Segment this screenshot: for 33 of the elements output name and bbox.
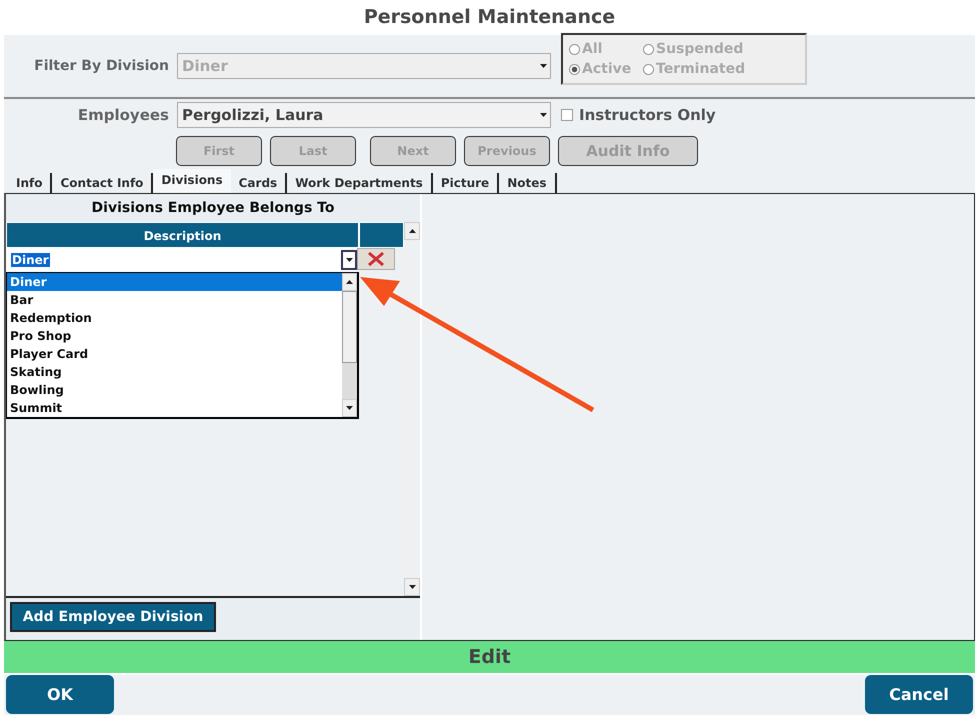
division-option[interactable]: Bowling xyxy=(7,381,342,399)
division-option[interactable]: Pro Shop xyxy=(7,327,342,345)
panel-title: Divisions Employee Belongs To xyxy=(90,199,336,218)
list-scrollbar[interactable] xyxy=(342,273,357,417)
close-icon xyxy=(367,252,385,266)
division-option[interactable]: Player Card xyxy=(7,345,342,363)
scroll-down-icon xyxy=(408,585,416,589)
scroll-up-icon xyxy=(408,229,416,233)
mode-bar: Edit xyxy=(4,641,975,673)
division-option[interactable]: Diner xyxy=(7,273,342,291)
tab[interactable]: Divisions xyxy=(153,169,231,193)
delete-button[interactable] xyxy=(357,248,395,270)
scroll-up-icon xyxy=(346,280,353,284)
division-combo[interactable]: Diner xyxy=(6,248,357,272)
filter-label: Filter By Division xyxy=(33,58,170,74)
dropdown-arrow-icon xyxy=(540,113,546,117)
dialog-button[interactable]: OK xyxy=(6,675,114,714)
column-header xyxy=(359,222,404,248)
division-option[interactable]: Redemption xyxy=(7,309,342,327)
column-header: Description xyxy=(6,222,359,248)
dialog-button[interactable]: Cancel xyxy=(865,675,973,714)
dropdown-arrow-icon xyxy=(540,64,546,68)
employee-dropdown[interactable]: Pergolizzi, Laura xyxy=(177,102,551,128)
add-division-button[interactable]: Add Employee Division xyxy=(10,602,216,632)
division-option[interactable]: Summit xyxy=(7,399,342,417)
scroll-down-icon xyxy=(346,406,353,410)
grid-scrollbar[interactable] xyxy=(404,222,420,596)
window-title: Personnel Maintenance xyxy=(362,5,616,30)
employees-label: Employees xyxy=(76,106,170,124)
division-option[interactable]: Skating xyxy=(7,363,342,381)
division-option[interactable]: Bar xyxy=(7,291,342,309)
instructors-checkbox[interactable]: Instructors Only xyxy=(561,106,716,124)
dropdown-arrow-icon xyxy=(346,258,352,262)
